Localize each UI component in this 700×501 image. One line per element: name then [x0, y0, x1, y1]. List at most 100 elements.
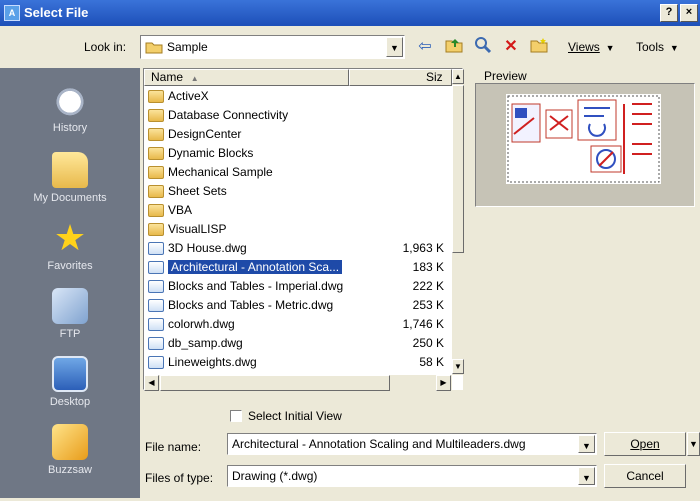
search-web-icon[interactable] [472, 36, 494, 58]
chevron-down-icon: ▼ [603, 43, 615, 53]
ftp-folder-icon [52, 288, 88, 324]
row-size: 222 K [412, 279, 444, 293]
scroll-up-arrow-icon[interactable]: ▲ [452, 69, 464, 84]
star-icon: ★ [53, 217, 87, 258]
row-name: ActiveX [168, 89, 209, 103]
places-item-desktop[interactable]: Desktop [0, 350, 140, 420]
places-label: Favorites [47, 260, 93, 272]
preview-pane [475, 83, 695, 207]
file-name-field[interactable]: Architectural - Annotation Scaling and M… [227, 433, 597, 455]
vertical-scroll-thumb[interactable] [452, 85, 464, 253]
places-item-favorites[interactable]: ★ Favorites [0, 214, 140, 284]
folder-row[interactable]: Mechanical Sample [146, 163, 450, 182]
select-initial-view-checkbox[interactable] [230, 410, 242, 422]
column-size-label: Siz [426, 70, 443, 84]
places-item-my-documents[interactable]: My Documents [0, 146, 140, 216]
file-name-value: Architectural - Annotation Scaling and M… [232, 437, 526, 451]
places-label: My Documents [33, 192, 107, 204]
look-in-dropdown[interactable]: Sample ▼ [140, 35, 405, 59]
file-row[interactable]: Lineweights.dwg 58 K [146, 353, 450, 372]
title-bar: A Select File ? × [0, 0, 700, 26]
preview-label: Preview [484, 69, 527, 83]
row-name: 3D House.dwg [168, 241, 247, 255]
row-name: Database Connectivity [168, 108, 289, 122]
app-icon: A [4, 5, 20, 21]
folder-row[interactable]: Sheet Sets [146, 182, 450, 201]
file-row[interactable]: colorwh.dwg 1,746 K [146, 315, 450, 334]
dwg-file-icon [148, 318, 164, 331]
row-name: DesignCenter [168, 127, 242, 141]
cancel-label: Cancel [626, 469, 664, 483]
row-name: Dynamic Blocks [168, 146, 254, 160]
files-of-type-value: Drawing (*.dwg) [232, 469, 318, 483]
close-button[interactable]: × [680, 4, 698, 22]
create-folder-icon[interactable] [528, 36, 550, 58]
folder-row[interactable]: Database Connectivity [146, 106, 450, 125]
horizontal-scrollbar[interactable]: ◀ ▶ [144, 375, 452, 391]
places-label: Buzzsaw [47, 464, 93, 476]
file-list[interactable]: Name ▲ Siz ActiveX Database Connectivity D… [143, 68, 464, 391]
folder-icon [148, 185, 164, 198]
sort-ascending-icon: ▲ [186, 74, 199, 83]
row-name: VisualLISP [168, 222, 227, 236]
dwg-file-icon [148, 242, 164, 255]
row-name: Blocks and Tables - Imperial.dwg [168, 279, 344, 293]
scroll-right-arrow-icon[interactable]: ▶ [436, 375, 451, 391]
file-row[interactable]: Blocks and Tables - Metric.dwg 253 K [146, 296, 450, 315]
places-label: FTP [59, 328, 81, 340]
up-folder-icon[interactable] [443, 36, 465, 58]
folder-icon [148, 204, 164, 217]
views-menu[interactable]: Views ▼ [568, 40, 615, 54]
help-button[interactable]: ? [660, 4, 678, 22]
scroll-left-arrow-icon[interactable]: ◀ [144, 375, 159, 391]
row-size: 1,963 K [402, 241, 444, 255]
places-item-buzzsaw[interactable]: Buzzsaw [0, 418, 140, 488]
back-arrow-icon[interactable]: ⇦ [414, 36, 436, 58]
list-header: Name ▲ Siz [144, 69, 452, 86]
row-name: Architectural - Annotation Sca... [168, 260, 343, 274]
row-size: 1,746 K [402, 317, 444, 331]
tools-label: Tools [636, 40, 665, 54]
buzzsaw-icon [52, 424, 88, 460]
chevron-down-icon[interactable]: ▼ [578, 467, 595, 485]
dwg-file-icon [148, 299, 164, 312]
documents-folder-icon [52, 152, 88, 188]
folder-row[interactable]: DesignCenter [146, 125, 450, 144]
open-button[interactable]: Open [604, 432, 686, 456]
files-of-type-dropdown[interactable]: Drawing (*.dwg) ▼ [227, 465, 597, 487]
folder-row[interactable]: ActiveX [146, 87, 450, 106]
history-icon [52, 82, 88, 118]
dwg-file-icon [148, 337, 164, 350]
chevron-down-icon[interactable]: ▼ [386, 37, 403, 57]
places-item-ftp[interactable]: FTP [0, 282, 140, 352]
file-row[interactable]: Blocks and Tables - Imperial.dwg 222 K [146, 277, 450, 296]
column-name-label: Name [151, 70, 184, 84]
scroll-down-arrow-icon[interactable]: ▼ [452, 359, 464, 374]
drawing-preview-graphic [507, 95, 660, 183]
column-header-size[interactable]: Siz [349, 69, 452, 86]
folder-icon [148, 166, 164, 179]
open-options-dropdown[interactable]: ▼ [687, 432, 700, 456]
file-row[interactable]: 3D House.dwg 1,963 K [146, 239, 450, 258]
row-size: 58 K [419, 355, 444, 369]
column-header-name[interactable]: Name ▲ [144, 69, 349, 86]
files-of-type-label: Files of type: [145, 471, 214, 485]
places-item-history[interactable]: History [0, 76, 140, 146]
places-label: Desktop [49, 396, 91, 408]
vertical-scrollbar[interactable]: ▲ ▼ [452, 69, 464, 375]
tools-menu[interactable]: Tools ▼ [636, 40, 679, 54]
row-name: VBA [168, 203, 193, 217]
chevron-down-icon[interactable]: ▼ [578, 435, 595, 453]
folder-row[interactable]: Dynamic Blocks [146, 144, 450, 163]
delete-icon[interactable]: ✕ [500, 36, 522, 58]
horizontal-scroll-thumb[interactable] [160, 375, 390, 391]
file-row[interactable]: db_samp.dwg 250 K [146, 334, 450, 353]
dwg-file-icon [148, 261, 164, 274]
look-in-value: Sample [167, 40, 208, 54]
file-row[interactable]: Architectural - Annotation Sca... 183 K [146, 258, 450, 277]
cancel-button[interactable]: Cancel [604, 464, 686, 488]
folder-row[interactable]: VBA [146, 201, 450, 220]
row-size: 183 K [412, 260, 444, 274]
folder-icon [148, 223, 164, 236]
folder-row[interactable]: VisualLISP [146, 220, 450, 239]
